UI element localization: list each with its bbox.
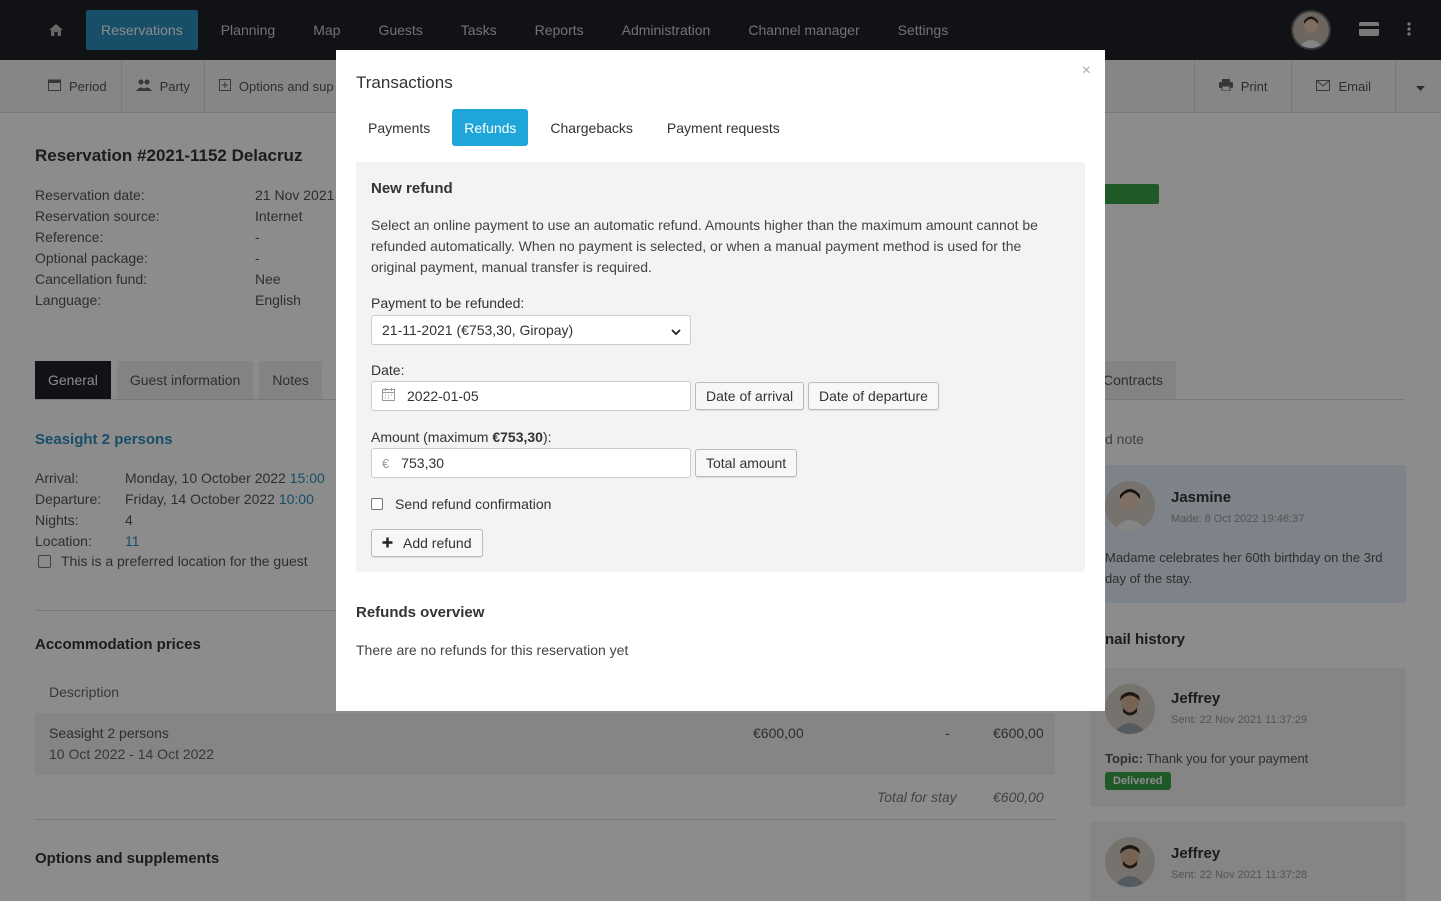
payment-label: Payment to be refunded: — [371, 295, 525, 311]
add-refund-button[interactable]: Add refund — [371, 529, 483, 557]
modal-tabs: Payments Refunds Chargebacks Payment req… — [356, 109, 802, 146]
date-of-departure-button[interactable]: Date of departure — [808, 382, 939, 410]
amount-label-suffix: ): — [542, 429, 552, 445]
new-refund-title: New refund — [371, 180, 453, 197]
date-label: Date: — [371, 362, 405, 378]
date-input[interactable]: 2022-01-05 — [371, 381, 691, 411]
send-confirmation-checkbox[interactable] — [371, 498, 383, 510]
tab-refunds[interactable]: Refunds — [452, 109, 529, 146]
tab-chargebacks[interactable]: Chargebacks — [538, 109, 645, 146]
date-value: 2022-01-05 — [407, 388, 479, 404]
send-confirmation-label: Send refund confirmation — [395, 496, 552, 512]
total-amount-button[interactable]: Total amount — [695, 449, 798, 477]
refunds-overview-empty: There are no refunds for this reservatio… — [356, 642, 629, 658]
payment-select-value: 21-11-2021 (€753,30, Giropay) — [382, 322, 574, 338]
close-icon[interactable]: × — [1082, 62, 1091, 80]
chevron-down-icon — [671, 322, 681, 338]
amount-input[interactable]: € 753,30 — [371, 448, 691, 478]
amount-label-max: €753,30 — [492, 429, 543, 445]
amount-value: 753,30 — [401, 455, 445, 471]
modal-title: Transactions — [356, 73, 453, 92]
send-confirmation-row: Send refund confirmation — [371, 496, 551, 512]
new-refund-panel: New refund Select an online payment to u… — [356, 162, 1085, 572]
plus-icon — [382, 535, 393, 551]
amount-label-prefix: Amount (maximum — [371, 429, 493, 445]
amount-label: Amount (maximum €753,30): — [371, 429, 552, 445]
date-of-arrival-button[interactable]: Date of arrival — [695, 382, 805, 410]
transactions-modal: × Transactions Payments Refunds Chargeba… — [336, 50, 1105, 711]
tab-payments[interactable]: Payments — [356, 109, 442, 146]
tab-payment-requests[interactable]: Payment requests — [655, 109, 792, 146]
add-refund-label: Add refund — [403, 535, 472, 551]
payment-select[interactable]: 21-11-2021 (€753,30, Giropay) — [371, 315, 691, 345]
calendar-icon — [382, 388, 395, 404]
refunds-overview-title: Refunds overview — [356, 604, 485, 621]
euro-icon: € — [382, 455, 390, 471]
refund-help-text: Select an online payment to use an autom… — [371, 217, 1038, 275]
